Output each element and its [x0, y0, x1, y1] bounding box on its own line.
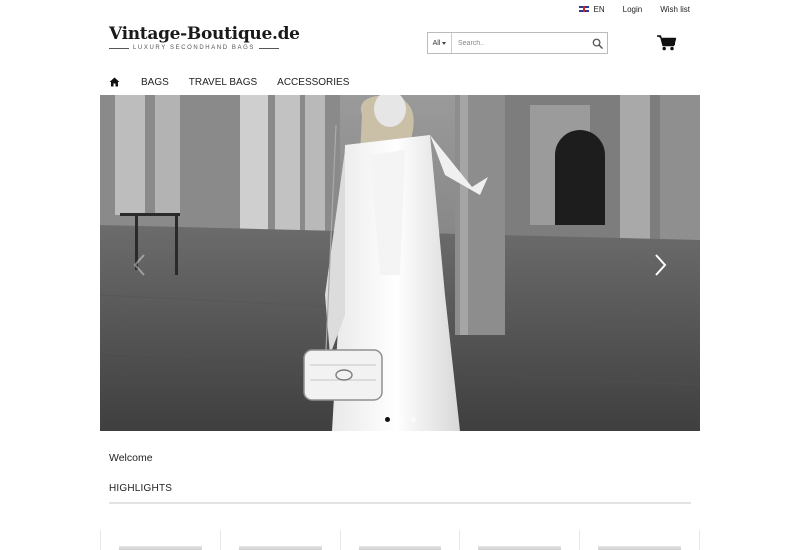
product-image — [358, 546, 442, 550]
nav-item-travel-bags[interactable]: TRAVEL BAGS — [189, 77, 257, 88]
welcome-heading: Welcome — [109, 452, 153, 464]
home-icon — [109, 77, 120, 87]
search-button[interactable] — [587, 33, 607, 53]
carousel-next-button[interactable] — [654, 253, 668, 277]
main-nav: BAGS TRAVEL BAGS ACCESSORIES — [109, 74, 349, 90]
carousel-dot[interactable] — [410, 417, 416, 422]
nav-item-bags[interactable]: BAGS — [141, 77, 169, 88]
search-category-label: All — [432, 39, 441, 47]
product-card[interactable] — [341, 530, 461, 550]
home-link[interactable] — [109, 76, 121, 88]
carousel-prev-button[interactable] — [132, 253, 146, 277]
hero-image — [100, 95, 700, 431]
search-category-select[interactable]: All — [428, 33, 452, 53]
uk-flag-icon — [578, 6, 589, 12]
chevron-right-icon — [655, 254, 667, 276]
chevron-left-icon — [133, 254, 145, 276]
search-bar: All — [427, 32, 608, 54]
logo-title: Vintage-Boutique.de — [109, 24, 300, 44]
product-card[interactable] — [100, 530, 221, 550]
nav-item-accessories[interactable]: ACCESSORIES — [277, 77, 349, 88]
product-image — [238, 546, 322, 550]
logo-tagline-row: LUXURY SECONDHAND BAGS — [109, 45, 280, 51]
product-card[interactable] — [460, 530, 581, 550]
product-card[interactable] — [221, 530, 341, 550]
caret-down-icon — [442, 41, 447, 45]
product-image — [598, 546, 681, 550]
product-image — [119, 546, 202, 550]
logo-divider — [109, 47, 129, 49]
logo-tagline: LUXURY SECONDHAND BAGS — [133, 45, 256, 51]
site-logo[interactable]: Vintage-Boutique.de LUXURY SECONDHAND BA… — [109, 24, 300, 51]
highlights-product-grid — [100, 530, 700, 550]
language-selector[interactable]: EN — [578, 4, 605, 14]
search-icon — [592, 38, 603, 49]
cart-icon — [657, 35, 677, 51]
login-link[interactable]: Login — [623, 5, 643, 14]
wishlist-link[interactable]: Wish list — [660, 5, 690, 14]
highlights-heading: HIGHLIGHTS — [109, 483, 173, 494]
carousel-indicators — [100, 417, 700, 422]
product-image — [478, 546, 562, 550]
top-utility-bar: EN Login Wish list — [578, 0, 690, 18]
language-label: EN — [593, 4, 605, 14]
carousel-dot[interactable] — [397, 417, 403, 422]
section-divider — [109, 502, 691, 504]
search-input[interactable] — [452, 33, 587, 53]
product-card[interactable] — [580, 530, 700, 550]
hero-carousel — [100, 95, 700, 431]
cart-button[interactable] — [657, 35, 677, 51]
logo-divider — [259, 47, 280, 49]
carousel-dot[interactable] — [384, 417, 390, 422]
